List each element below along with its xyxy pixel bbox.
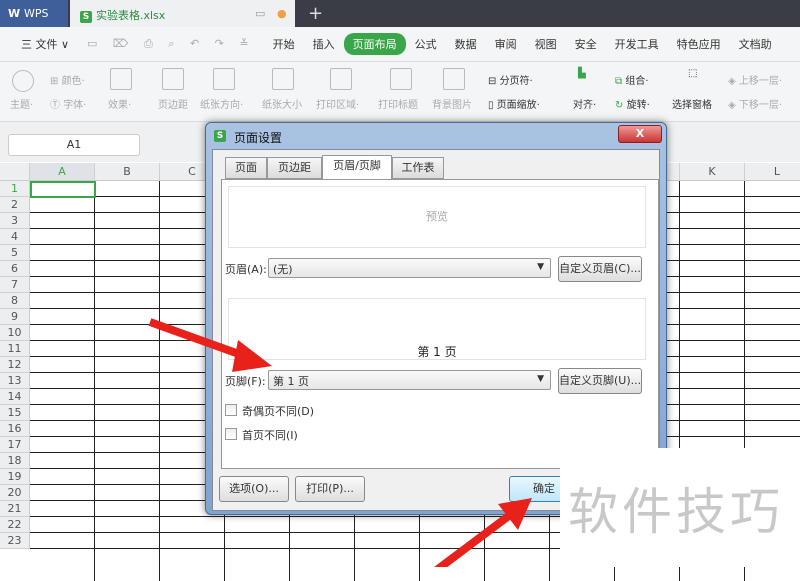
red-arrow-footer [148,318,272,372]
annotation-arrows [148,318,532,567]
red-arrow-ok [434,498,532,567]
